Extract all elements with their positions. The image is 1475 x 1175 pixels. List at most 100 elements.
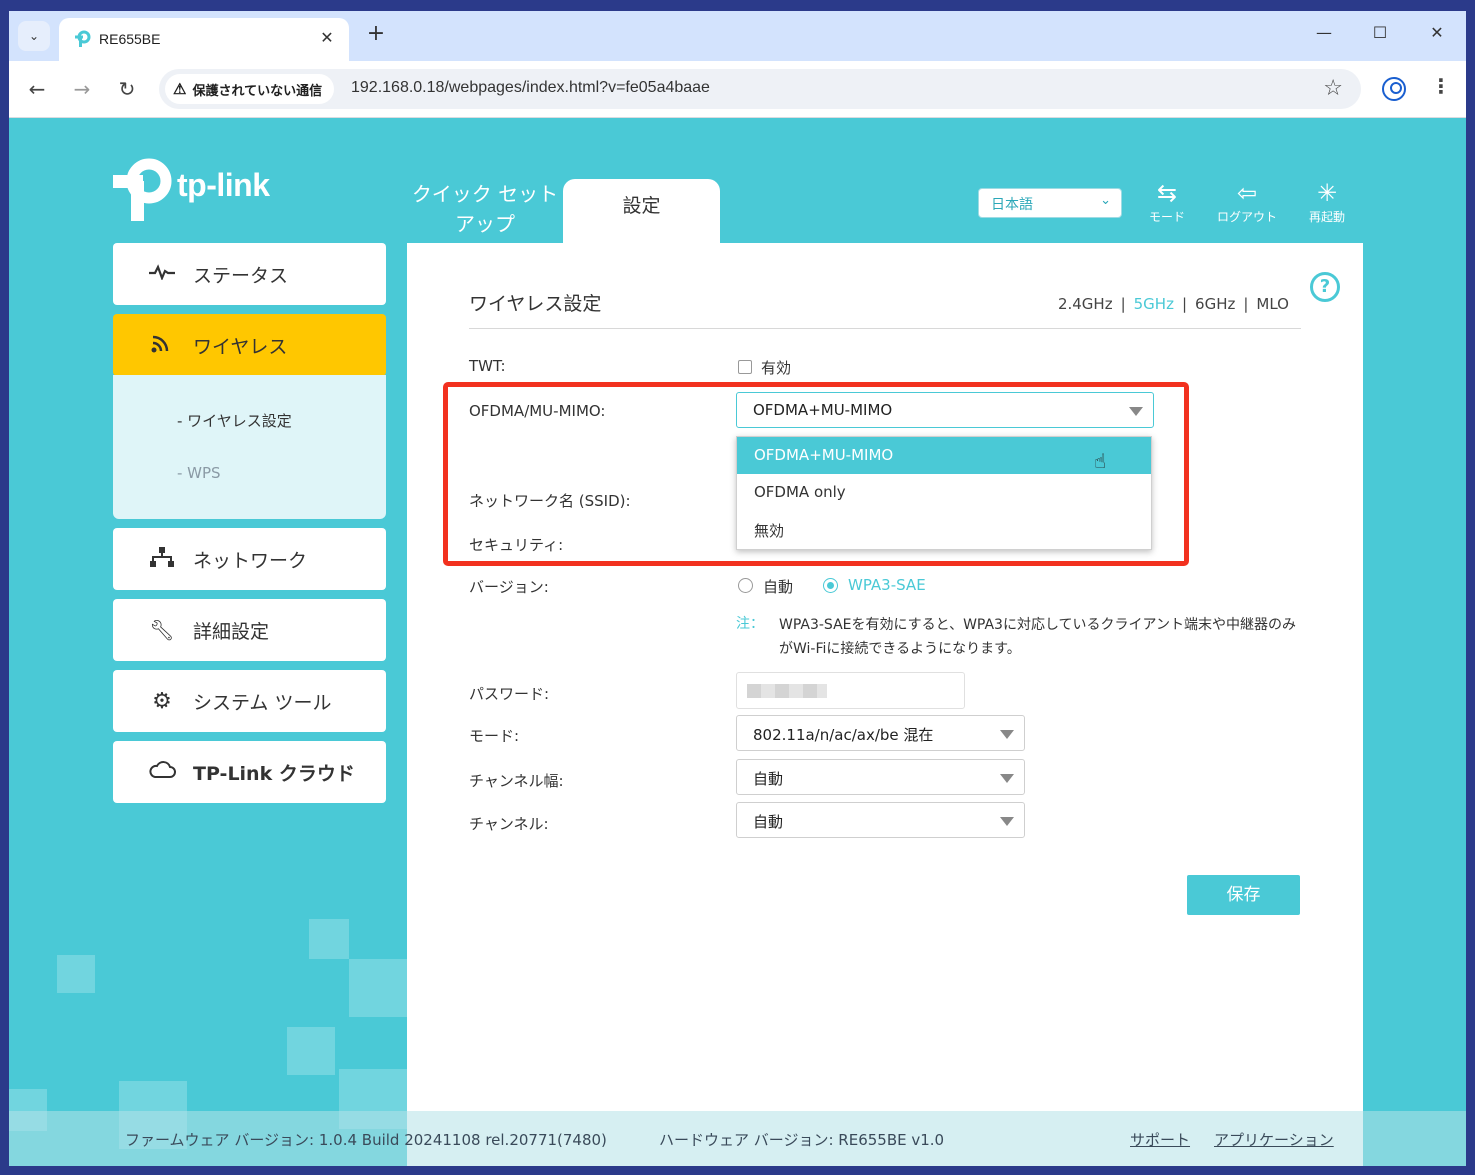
decor-square xyxy=(349,959,407,1017)
sidebar-item-label: ネットワーク xyxy=(193,549,308,572)
dropdown-option[interactable]: 無効 xyxy=(737,511,1151,548)
router-admin-page: tp-link クイック セット アップ 設定 日本語 ⌄ ⇆ モード ⇦ ログ… xyxy=(9,119,1466,1166)
twt-checkbox[interactable] xyxy=(738,360,752,374)
reload-icon[interactable]: ↻ xyxy=(113,75,141,103)
tab-quick-setup-label: クイック セット アップ xyxy=(411,182,559,236)
wrench-icon: 🔧︎ xyxy=(149,618,175,642)
ofdma-select[interactable]: OFDMA+MU-MIMO xyxy=(736,392,1154,428)
tab-quick-setup[interactable]: クイック セット アップ xyxy=(407,179,563,239)
language-value: 日本語 xyxy=(991,197,1033,213)
sidebar-item-label: TP-Link クラウド xyxy=(193,762,355,785)
logout-label: ログアウト xyxy=(1216,210,1277,224)
reboot-icon: ✳ xyxy=(1316,179,1338,207)
cloud-icon xyxy=(147,760,177,784)
firmware-version: ファームウェア バージョン: 1.0.4 Build 20241108 rel.… xyxy=(125,1131,607,1149)
tab-close-icon[interactable]: ✕ xyxy=(317,28,337,47)
password-field[interactable] xyxy=(736,672,965,709)
support-link[interactable]: サポート xyxy=(1130,1129,1190,1150)
version-auto-radio[interactable] xyxy=(738,578,753,593)
mode-button[interactable]: ⇆ モード xyxy=(1127,179,1207,225)
network-icon xyxy=(147,546,177,572)
password-label: パスワード: xyxy=(469,685,550,703)
hand-cursor-icon: ☝ xyxy=(1094,449,1107,473)
new-tab-icon[interactable]: + xyxy=(364,22,388,46)
channel-value: 自動 xyxy=(753,813,784,831)
warning-icon: ⚠ xyxy=(173,81,187,98)
caret-down-icon xyxy=(1000,730,1014,739)
profile-icon[interactable] xyxy=(1382,77,1406,101)
note-key: 注： xyxy=(736,616,764,632)
tab-settings[interactable]: 設定 xyxy=(563,179,720,243)
address-bar[interactable]: ⚠ 保護されていない通信 192.168.0.18/webpages/index… xyxy=(159,69,1361,109)
application-link[interactable]: アプリケーション xyxy=(1214,1129,1334,1150)
mode-value: 802.11a/n/ac/ax/be 混在 xyxy=(753,726,934,744)
minimize-icon[interactable]: — xyxy=(1309,23,1339,42)
sidebar-item-label: 詳細設定 xyxy=(193,620,270,643)
reboot-button[interactable]: ✳ 再起動 xyxy=(1287,179,1367,225)
ofdma-value: OFDMA+MU-MIMO xyxy=(753,401,893,419)
sidebar-item-wireless[interactable]: ワイヤレス xyxy=(113,314,386,376)
brand-name: tp-link xyxy=(177,167,270,203)
ofdma-label: OFDMA/MU-MIMO: xyxy=(469,402,606,420)
decor-square xyxy=(309,919,349,959)
logout-icon: ⇦ xyxy=(1236,179,1258,207)
sidebar-item-status[interactable]: ステータス xyxy=(113,243,386,305)
browser-tab[interactable]: RE655BE ✕ xyxy=(59,18,349,61)
settings-panel: ワイヤレス設定 2.4GHz | 5GHz | 6GHz | MLO ? TWT: 有効 O… xyxy=(407,243,1363,1166)
version-wpa3-label[interactable]: WPA3-SAE xyxy=(848,576,926,594)
ofdma-dropdown-menu: OFDMA+MU-MIMO OFDMA only 無効 ☝ xyxy=(736,436,1152,550)
sidebar-item-label: システム ツール xyxy=(193,691,332,714)
mode-switch-icon: ⇆ xyxy=(1156,179,1178,207)
forward-icon[interactable]: → xyxy=(68,75,96,103)
gear-icon: ⚙ xyxy=(152,688,172,714)
submenu-wps[interactable]: - WPS xyxy=(177,464,221,482)
channel-label: チャンネル: xyxy=(469,815,549,833)
channel-select[interactable]: 自動 xyxy=(736,802,1025,838)
twt-checkbox-label[interactable]: 有効 xyxy=(761,357,791,378)
sidebar-item-advanced[interactable]: 🔧︎ 詳細設定 xyxy=(113,599,386,661)
browser-toolbar: ← → ↻ ⚠ 保護されていない通信 192.168.0.18/webpages… xyxy=(9,61,1466,118)
wireless-submenu: - ワイヤレス設定 - WPS xyxy=(113,375,386,519)
tab-search-chevron-icon[interactable]: ⌄ xyxy=(18,21,50,51)
tab-settings-label: 設定 xyxy=(622,195,661,217)
note-text: WPA3-SAEを有効にすると、WPA3に対応しているクライアント端末や中継器の… xyxy=(779,617,1296,657)
mode-select[interactable]: 802.11a/n/ac/ax/be 混在 xyxy=(736,715,1025,751)
tab-title: RE655BE xyxy=(99,31,161,47)
footer: ファームウェア バージョン: 1.0.4 Build 20241108 rel.… xyxy=(9,1111,1466,1166)
dropdown-option[interactable]: OFDMA+MU-MIMO xyxy=(737,437,1151,474)
dropdown-option[interactable]: OFDMA only xyxy=(737,474,1151,511)
sidebar-item-tplink-cloud[interactable]: TP-Link クラウド xyxy=(113,741,386,803)
bookmark-star-icon[interactable]: ☆ xyxy=(1323,76,1343,101)
logout-button[interactable]: ⇦ ログアウト xyxy=(1207,179,1287,225)
pulse-icon xyxy=(147,263,177,285)
band-2-4ghz[interactable]: 2.4GHz xyxy=(1058,295,1113,313)
twt-label: TWT: xyxy=(469,357,506,375)
back-icon[interactable]: ← xyxy=(23,75,51,103)
mode-label: モード xyxy=(1148,210,1185,224)
tp-link-logo-icon xyxy=(113,158,172,221)
save-button[interactable]: 保存 xyxy=(1187,875,1300,915)
security-label: 保護されていない通信 xyxy=(192,82,323,98)
ssid-label: ネットワーク名 (SSID): xyxy=(469,492,631,510)
sidebar-item-system-tools[interactable]: ⚙ システム ツール xyxy=(113,670,386,732)
window-close-icon[interactable]: ✕ xyxy=(1422,23,1452,42)
channel-width-value: 自動 xyxy=(753,770,784,788)
url-text[interactable]: 192.168.0.18/webpages/index.html?v=fe05a… xyxy=(351,79,710,97)
maximize-icon[interactable]: ☐ xyxy=(1365,23,1395,42)
channel-width-label: チャンネル幅: xyxy=(469,772,564,790)
language-select[interactable]: 日本語 ⌄ xyxy=(978,188,1122,218)
tab-bar: ⌄ RE655BE ✕ + — ☐ ✕ xyxy=(9,11,1466,61)
channel-width-select[interactable]: 自動 xyxy=(736,759,1025,795)
security-chip[interactable]: ⚠ 保護されていない通信 xyxy=(165,74,335,104)
band-mlo[interactable]: MLO xyxy=(1256,295,1289,313)
band-5ghz[interactable]: 5GHz xyxy=(1134,295,1174,313)
version-wpa3-radio[interactable] xyxy=(823,578,838,593)
version-auto-label[interactable]: 自動 xyxy=(763,576,793,597)
version-label: バージョン: xyxy=(469,578,549,596)
band-6ghz[interactable]: 6GHz xyxy=(1195,295,1235,313)
browser-menu-icon[interactable]: ⋮ xyxy=(1431,74,1451,98)
submenu-wireless-settings[interactable]: - ワイヤレス設定 xyxy=(177,410,292,431)
help-icon[interactable]: ? xyxy=(1310,272,1340,302)
sidebar-item-network[interactable]: ネットワーク xyxy=(113,528,386,590)
hardware-version: ハードウェア バージョン: RE655BE v1.0 xyxy=(659,1131,945,1149)
